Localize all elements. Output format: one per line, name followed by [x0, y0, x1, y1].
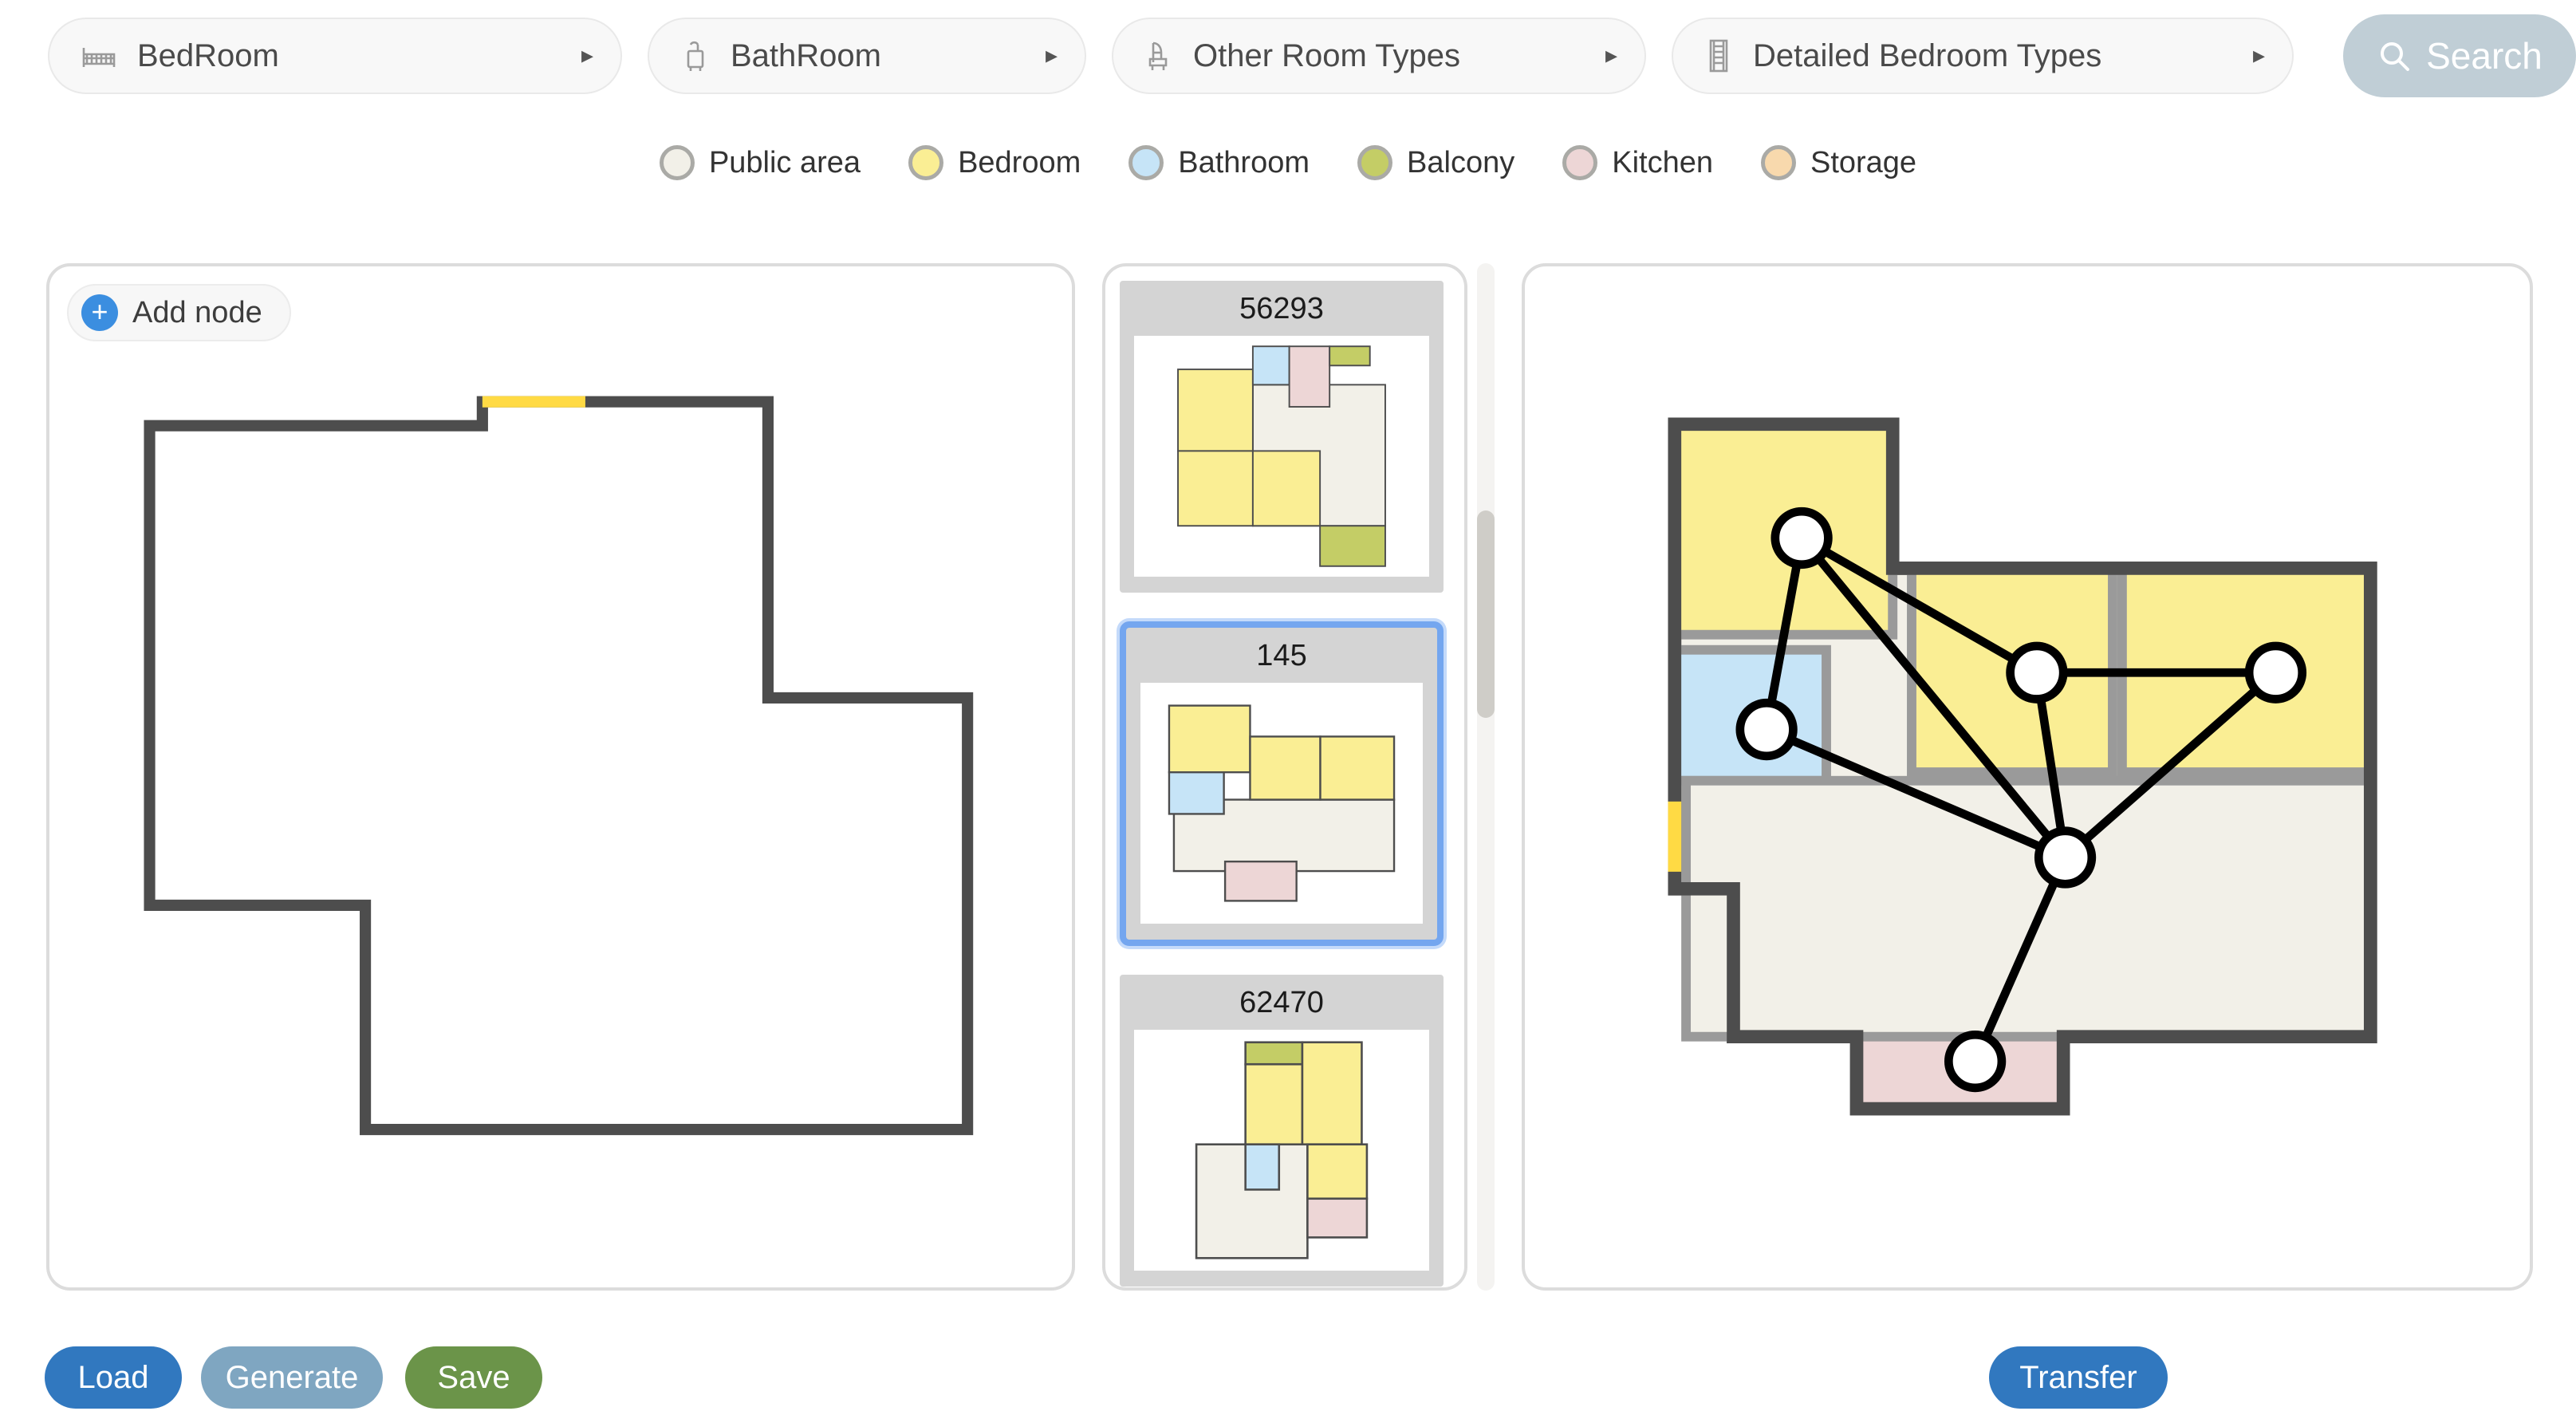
room-rect — [1244, 1143, 1281, 1191]
thumbnail-svg — [1177, 345, 1386, 567]
wardrobe-icon — [1709, 39, 1728, 73]
room-rect — [1288, 345, 1331, 408]
result-card[interactable]: 56293 — [1120, 281, 1444, 593]
graph-node[interactable] — [2244, 641, 2307, 704]
legend-item-label: Kitchen — [1612, 145, 1713, 179]
room-rect — [1251, 345, 1290, 386]
legend-swatch-icon — [1760, 145, 1796, 180]
boundary-outline[interactable] — [144, 396, 974, 1136]
result-card-thumbnail — [1134, 1030, 1429, 1271]
room-rect — [1301, 1041, 1363, 1146]
room-rect — [1244, 1062, 1304, 1146]
boundary-editor-panel: + Add node — [46, 263, 1075, 1291]
thumbnail-svg — [1195, 1041, 1369, 1259]
legend-item-storage[interactable]: Storage — [1760, 145, 1917, 180]
save-button[interactable]: Save — [405, 1346, 542, 1409]
dropdown-other-room-types[interactable]: Other Room Types ▸ — [1112, 18, 1646, 94]
result-card-id: 62470 — [1123, 978, 1440, 1030]
legend-item-public-area[interactable]: Public area — [659, 145, 861, 180]
top-toolbar: BedRoom ▸ BathRoom ▸ Other Room Types ▸ … — [0, 0, 2576, 112]
room-rect — [1168, 704, 1251, 774]
floorplan-graph-canvas[interactable] — [1525, 266, 2530, 1287]
result-card[interactable]: 145 — [1120, 621, 1444, 946]
chevron-right-icon: ▸ — [1045, 42, 1058, 69]
legend-item-label: Bathroom — [1178, 145, 1310, 179]
dropdown-detailed-bedroom-types-label: Detailed Bedroom Types — [1753, 37, 2102, 73]
graph-node[interactable] — [1771, 506, 1833, 570]
room-rect — [1168, 771, 1225, 815]
legend-item-label: Public area — [708, 145, 861, 179]
results-list[interactable]: 56293 145 62470 — [1105, 266, 1459, 1287]
legend-item-bathroom[interactable]: Bathroom — [1128, 145, 1310, 180]
chevron-right-icon: ▸ — [1605, 42, 1617, 69]
room-rect — [1319, 735, 1396, 801]
bathtub-icon — [687, 41, 704, 71]
result-card-id: 56293 — [1123, 284, 1440, 336]
dropdown-bathroom[interactable]: BathRoom ▸ — [648, 18, 1086, 94]
dropdown-bedroom[interactable]: BedRoom ▸ — [48, 18, 622, 94]
search-button[interactable]: Search — [2343, 14, 2576, 97]
legend-swatch-icon — [1128, 145, 1164, 180]
floorplan-graph-panel — [1522, 263, 2533, 1291]
results-scrollbar-thumb[interactable] — [1477, 510, 1495, 718]
room-rect — [1329, 345, 1371, 367]
room-rect — [1223, 860, 1298, 902]
legend-item-label: Storage — [1810, 145, 1917, 179]
room-rect — [1244, 1041, 1304, 1066]
graph-node[interactable] — [1735, 698, 1798, 761]
graph-node[interactable] — [1944, 1030, 2007, 1093]
legend-item-bedroom[interactable]: Bedroom — [908, 145, 1081, 180]
dropdown-bedroom-label: BedRoom — [137, 37, 279, 73]
room-rect — [1319, 525, 1386, 567]
room-rect — [1306, 1197, 1369, 1239]
dropdown-bathroom-label: BathRoom — [731, 37, 881, 73]
room-rect — [1251, 450, 1321, 527]
room-rect — [1306, 1143, 1369, 1200]
bed-icon — [82, 48, 116, 67]
legend-swatch-icon — [1357, 145, 1393, 180]
legend-swatch-icon — [908, 145, 944, 180]
graph-node[interactable] — [2006, 641, 2068, 704]
chevron-right-icon: ▸ — [2252, 42, 2265, 69]
legend-item-label: Balcony — [1407, 145, 1515, 179]
results-list-panel: 56293 145 62470 — [1102, 263, 1467, 1291]
transfer-button[interactable]: Transfer — [1989, 1346, 2168, 1409]
search-icon — [2381, 42, 2410, 71]
generate-button[interactable]: Generate — [201, 1346, 383, 1409]
room-rect — [1249, 735, 1321, 801]
graph-node[interactable] — [2034, 826, 2097, 889]
legend-swatch-icon — [659, 145, 695, 180]
room-rect — [1177, 369, 1254, 452]
legend-item-kitchen[interactable]: Kitchen — [1562, 145, 1713, 180]
chevron-right-icon: ▸ — [581, 42, 593, 69]
results-scrollbar-track[interactable] — [1477, 263, 1495, 1291]
search-button-label: Search — [2426, 35, 2543, 77]
room-rect — [1177, 450, 1254, 527]
result-card-id: 145 — [1129, 631, 1434, 683]
legend-item-balcony[interactable]: Balcony — [1357, 145, 1514, 180]
legend-swatch-icon — [1562, 145, 1598, 180]
legend: Public area Bedroom Bathroom Balcony Kitchen… — [0, 145, 2576, 180]
boundary-canvas[interactable] — [49, 266, 1072, 1287]
result-card-thumbnail — [1140, 683, 1423, 924]
result-card[interactable]: 62470 — [1120, 975, 1444, 1287]
thumbnail-svg — [1168, 704, 1396, 902]
load-button[interactable]: Load — [45, 1346, 182, 1409]
result-card-thumbnail — [1134, 336, 1429, 577]
legend-item-label: Bedroom — [958, 145, 1081, 179]
armchair-icon — [1148, 41, 1168, 70]
dropdown-detailed-bedroom-types[interactable]: Detailed Bedroom Types ▸ — [1672, 18, 2294, 94]
dropdown-other-room-types-label: Other Room Types — [1193, 37, 1460, 73]
